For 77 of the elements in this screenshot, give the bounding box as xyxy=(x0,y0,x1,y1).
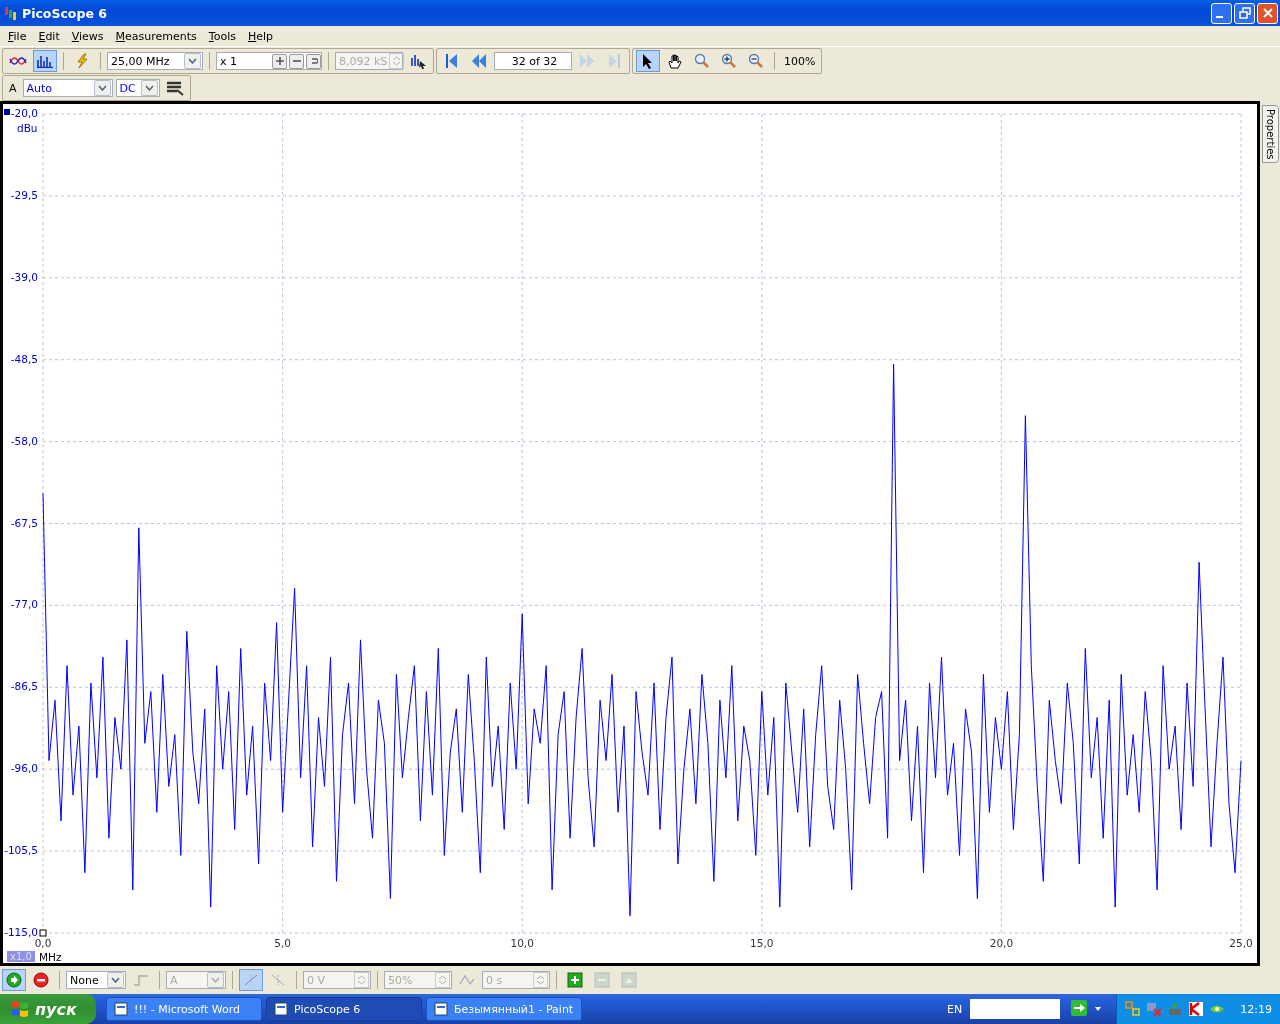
y-axis-label: -96,0 xyxy=(10,762,38,775)
start-button[interactable]: пуск xyxy=(0,994,96,1024)
y-axis-label: -86,5 xyxy=(10,680,38,693)
y-axis-label: -67,5 xyxy=(10,516,38,529)
y-axis-label: -77,0 xyxy=(10,598,38,611)
close-icon xyxy=(1261,7,1274,19)
x-axis-label: 0,0 xyxy=(34,937,52,949)
go-arrow-icon[interactable] xyxy=(1070,1000,1089,1018)
spinner-arrows-icon xyxy=(357,974,366,986)
menu-item[interactable]: Views xyxy=(65,29,110,43)
flag-icon xyxy=(10,1000,30,1018)
taskbar-label: PicoScope 6 xyxy=(294,1002,361,1016)
start-label: пуск xyxy=(35,999,77,1019)
bar-chart-icon[interactable] xyxy=(33,50,57,72)
window-icon xyxy=(433,1001,449,1017)
zoom-field[interactable]: x 1 xyxy=(216,52,322,70)
y-axis-label: -105,5 xyxy=(4,844,38,857)
y-axis-label: -48,5 xyxy=(10,352,38,365)
minimize-button[interactable] xyxy=(1211,2,1232,24)
chevron-down-icon xyxy=(111,977,120,983)
x-axis-label: 10,0 xyxy=(510,937,534,949)
channel-marker-icon xyxy=(4,109,10,115)
properties-tab[interactable]: Properties xyxy=(1261,105,1279,163)
chevron-down-icon xyxy=(211,977,220,983)
spinner-arrows-icon xyxy=(536,974,545,986)
taskbar-button[interactable]: !!! - Microsoft Word xyxy=(106,997,262,1021)
timebase-dropdown[interactable]: 25,00 MHz xyxy=(107,52,203,70)
taskbar-label: !!! - Microsoft Word xyxy=(134,1002,241,1016)
window-title: PicoScope 6 xyxy=(22,5,107,21)
run-icon[interactable] xyxy=(2,969,26,991)
restore-icon xyxy=(1238,7,1251,19)
caret-icon[interactable] xyxy=(1094,1006,1103,1012)
menu-item[interactable]: Measurements xyxy=(109,29,203,43)
x-axis-unit: MHz xyxy=(39,951,62,963)
chevron-down-icon xyxy=(188,58,197,64)
zoom-percent: 100% xyxy=(783,54,817,68)
origin-marker-icon xyxy=(39,929,47,937)
menu-item[interactable]: Tools xyxy=(202,29,242,43)
undo-icon[interactable] xyxy=(309,57,318,65)
taskbar-button[interactable]: Безымянный1 - Paint xyxy=(426,997,582,1021)
pointer-icon[interactable] xyxy=(636,50,660,72)
buffer-field[interactable]: 32 of 32 xyxy=(494,52,572,70)
chevron-down-icon xyxy=(97,85,107,91)
y-axis-label: -39,0 xyxy=(10,270,38,283)
taskbar-button[interactable]: PicoScope 6 xyxy=(266,997,422,1021)
minimize-icon xyxy=(1216,16,1223,18)
coupling-dropdown[interactable]: DC xyxy=(115,79,160,97)
x-axis-label: 25,0 xyxy=(1229,937,1253,949)
antivirus-icon[interactable] xyxy=(1188,1001,1205,1017)
range-dropdown[interactable]: Auto xyxy=(22,79,113,97)
restore-button[interactable] xyxy=(1234,2,1255,24)
y-axis-label: -20,0 xyxy=(10,107,38,119)
close-button[interactable] xyxy=(1257,2,1278,24)
x-axis-label: 5,0 xyxy=(274,937,291,949)
app-icon xyxy=(4,5,18,21)
taskbar-label: Безымянный1 - Paint xyxy=(454,1002,574,1016)
chevron-down-icon xyxy=(144,85,154,91)
window-icon xyxy=(273,1001,289,1017)
spinner-arrows-icon xyxy=(392,55,402,67)
trigger-mode-dropdown[interactable]: None xyxy=(66,971,126,989)
minus-icon[interactable] xyxy=(292,57,301,65)
menu-item[interactable]: Edit xyxy=(32,29,66,43)
window-icon xyxy=(113,1001,129,1017)
y-axis-label: -58,0 xyxy=(10,434,38,447)
x-scale-badge: x1,0 xyxy=(7,951,35,962)
y-axis-label: -115,0 xyxy=(4,926,38,938)
clock: 12:19 xyxy=(1240,1002,1272,1016)
spinner-arrows-icon xyxy=(438,974,447,986)
x-axis-label: 20,0 xyxy=(989,937,1014,949)
menu-item[interactable]: Help xyxy=(241,29,280,43)
y-axis-unit: dBu xyxy=(17,122,38,134)
menu-item[interactable]: File xyxy=(2,29,33,43)
language-indicator: EN xyxy=(947,1002,963,1016)
plus-icon[interactable] xyxy=(275,57,284,65)
x-axis-label: 15,0 xyxy=(750,937,774,949)
channel-label: A xyxy=(8,81,18,95)
y-axis-label: -29,5 xyxy=(10,188,38,201)
